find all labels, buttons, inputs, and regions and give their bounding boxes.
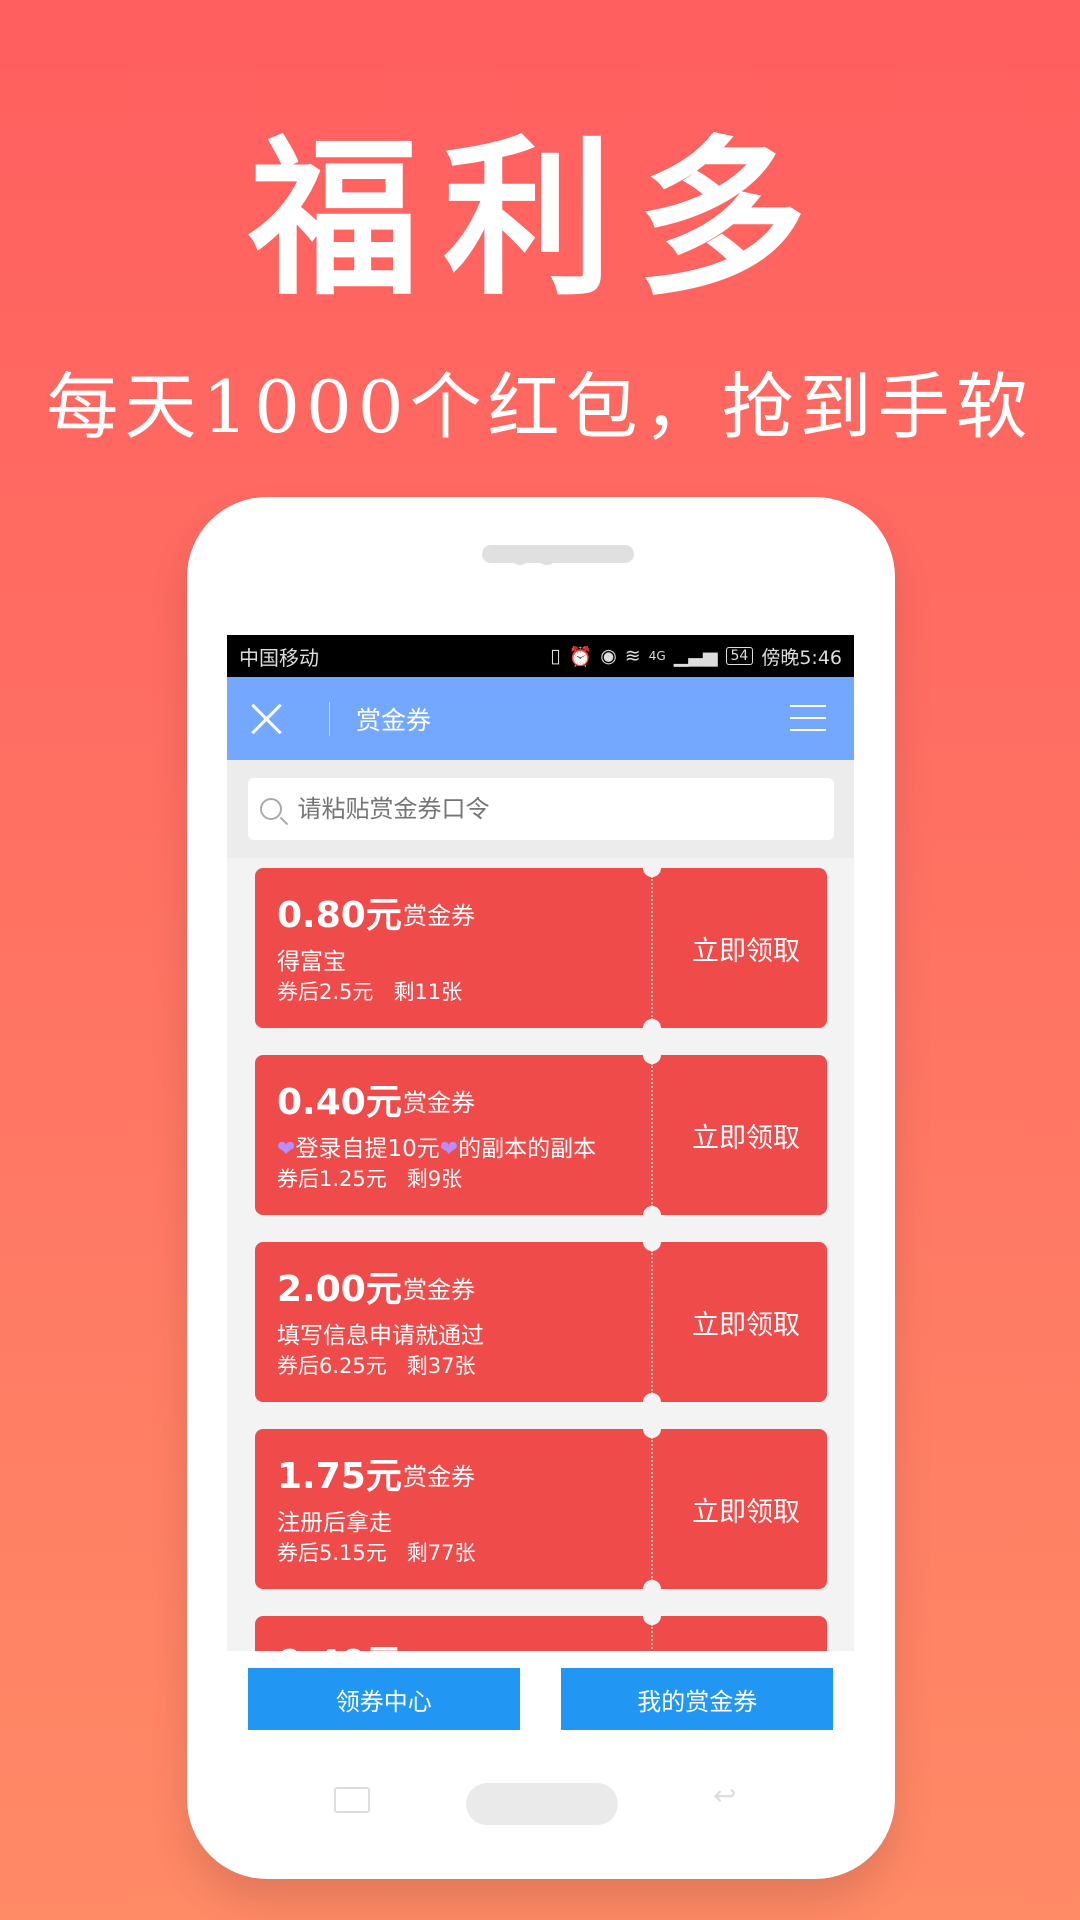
coupon-tag: 赏金券	[403, 1089, 475, 1117]
coupon-notch	[643, 1393, 661, 1411]
coupon-tag: 赏金券	[403, 1463, 475, 1491]
coupon-amount: 2.00元	[277, 1269, 402, 1310]
phone-screen: 中国移动 ▯ ⏰ ◉ ≋ 4G ▁▃▅ 54 傍晚5:46 赏金券 请粘贴赏金券…	[227, 635, 854, 1747]
carrier-label: 中国移动	[239, 645, 319, 670]
home-button[interactable]	[466, 1783, 618, 1825]
my-coupons-button[interactable]: 我的赏金券	[561, 1668, 834, 1730]
phone-sensor	[510, 545, 530, 565]
coupon-name: 注册后拿走	[277, 1510, 392, 1536]
coupon-meta: 券后5.15元 剩77张	[277, 1537, 476, 1567]
coupon-divider	[651, 1063, 653, 1207]
coupon-center-button[interactable]: 领券中心	[247, 1668, 520, 1730]
coupon-notch	[643, 1607, 661, 1625]
promo-headline: 福利多	[248, 121, 831, 319]
eye-icon: ◉	[600, 645, 617, 667]
coupon-remaining: 剩37张	[406, 1354, 476, 1378]
wifi-icon: ≋	[624, 645, 641, 667]
close-icon[interactable]	[227, 677, 309, 760]
coupon-remaining: 剩11张	[393, 980, 463, 1004]
coupon-name: 填写信息申请就通过	[277, 1323, 484, 1349]
coupon-card: 1.75元 赏金券 注册后拿走 券后5.15元 剩77张 立即领取	[255, 1420, 827, 1598]
phone-frame: 中国移动 ▯ ⏰ ◉ ≋ 4G ▁▃▅ 54 傍晚5:46 赏金券 请粘贴赏金券…	[187, 497, 895, 1879]
coupon-amount: 0.80元	[277, 895, 402, 936]
coupon-name: 登录自提10元	[295, 1136, 440, 1162]
coupon-divider	[651, 1437, 653, 1581]
search-area	[227, 760, 854, 858]
battery-icon: 54	[725, 647, 754, 665]
claim-button[interactable]: 立即领取	[665, 868, 827, 1028]
coupon-name: 得富宝	[277, 949, 346, 975]
signal-icon: ▁▃▅	[673, 645, 718, 667]
coupon-card: 0.80元 赏金券 得富宝 券后2.5元 剩11张 立即领取	[255, 859, 827, 1037]
status-icons: ▯ ⏰ ◉ ≋ 4G ▁▃▅ 54 傍晚5:46	[550, 643, 842, 670]
page-title: 赏金券	[356, 705, 432, 735]
coupon-name-row: ❤登录自提10元❤的副本的副本	[277, 1129, 596, 1163]
menu-icon[interactable]	[790, 705, 826, 733]
status-bar: 中国移动 ▯ ⏰ ◉ ≋ 4G ▁▃▅ 54 傍晚5:46	[227, 635, 854, 677]
phone-camera	[537, 545, 557, 565]
coupon-notch	[643, 1046, 661, 1064]
coupon-amount: 0.40元	[277, 1082, 402, 1123]
time-label: 傍晚5:46	[761, 646, 842, 669]
coupon-notch	[643, 859, 661, 877]
coupon-notch	[643, 1233, 661, 1251]
claim-button[interactable]: 立即领取	[665, 1242, 827, 1402]
coupon-notch	[643, 1420, 661, 1438]
coupon-tag: 赏金券	[403, 902, 475, 930]
coupon-name-suffix: 的副本的副本	[458, 1136, 597, 1162]
coupon-card: 2.00元 赏金券 填写信息申请就通过 券后6.25元 剩37张 立即领取	[255, 1233, 827, 1411]
coupon-card: 0.40元 赏金券 ❤登录自提10元❤的副本的副本 券后1.25元 剩9张 立即…	[255, 1046, 827, 1224]
search-box[interactable]	[247, 778, 834, 840]
coupon-amount: 1.75元	[277, 1456, 402, 1497]
network-label: 4G	[648, 649, 666, 663]
coupon-after-price: 券后5.15元	[277, 1541, 387, 1565]
coupon-after-price: 券后2.5元	[277, 980, 374, 1004]
phone-speaker	[482, 545, 634, 563]
coupon-divider	[651, 1250, 653, 1394]
alarm-icon: ⏰	[568, 645, 593, 668]
appbar-divider	[329, 701, 330, 736]
coupon-remaining: 剩77张	[406, 1541, 476, 1565]
coupon-after-price: 券后1.25元	[277, 1167, 387, 1191]
coupon-after-price: 券后6.25元	[277, 1354, 387, 1378]
coupon-notch	[643, 1019, 661, 1037]
back-icon[interactable]: ↩	[713, 1782, 749, 1810]
search-input[interactable]	[295, 794, 780, 824]
coupon-meta: 券后2.5元 剩11张	[277, 976, 462, 1006]
coupon-notch	[643, 1580, 661, 1598]
coupon-remaining: 剩9张	[406, 1167, 463, 1191]
coupon-meta: 券后1.25元 剩9张	[277, 1163, 462, 1193]
bottom-bar: 领券中心 我的赏金券	[227, 1651, 854, 1747]
coupon-divider	[651, 876, 653, 1020]
promo-subline: 每天1000个红包，抢到手软	[46, 365, 1034, 449]
claim-button[interactable]: 立即领取	[665, 1055, 827, 1215]
coupon-notch	[643, 1206, 661, 1224]
app-bar: 赏金券	[227, 677, 854, 760]
heart-icon: ❤	[277, 1137, 296, 1162]
search-icon	[259, 798, 282, 820]
coupon-meta: 券后6.25元 剩37张	[277, 1350, 476, 1380]
vibrate-icon: ▯	[550, 645, 561, 667]
claim-button[interactable]: 立即领取	[665, 1429, 827, 1589]
coupon-tag: 赏金券	[403, 1276, 475, 1304]
recent-apps-icon[interactable]	[334, 1787, 370, 1813]
heart-icon: ❤	[439, 1137, 459, 1162]
